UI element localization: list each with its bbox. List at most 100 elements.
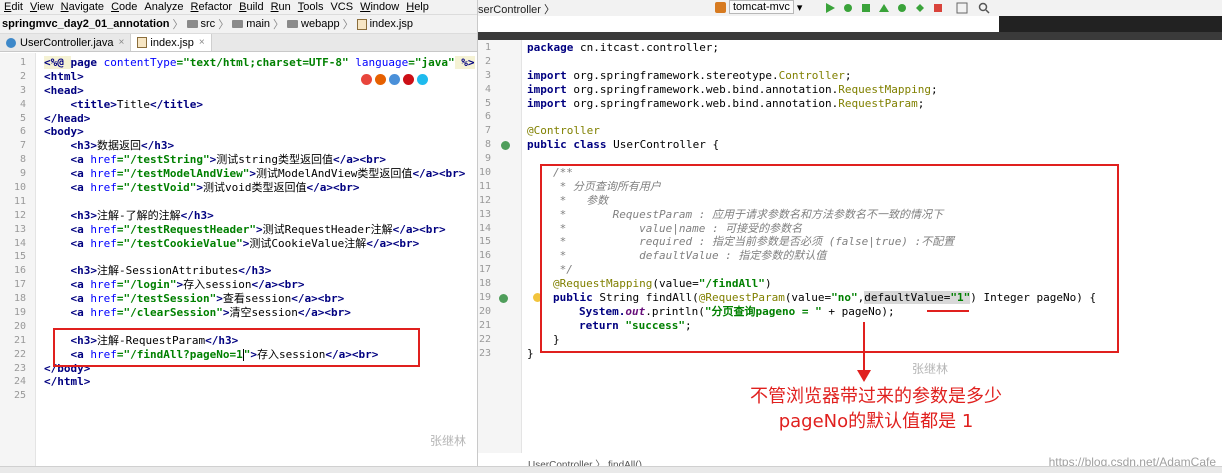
chrome-icon[interactable]	[361, 74, 372, 85]
token: <a	[70, 236, 91, 250]
menu-view[interactable]: View	[30, 0, 54, 14]
spring-mapping-icon[interactable]	[499, 294, 508, 303]
menu-help[interactable]: Help	[406, 0, 429, 14]
highlight-box-requestparam-link	[53, 328, 420, 367]
line-number: 7	[19, 140, 26, 152]
search-icon[interactable]	[978, 2, 990, 14]
deploy-icon[interactable]	[914, 2, 926, 14]
token: ="/testVoid"	[116, 181, 197, 195]
breadcrumb-separator: 〉	[342, 19, 354, 31]
line-number: 3	[19, 84, 26, 96]
menu-run[interactable]: Run	[271, 0, 291, 14]
token: ="/testRequestHeader"	[116, 222, 256, 236]
menu-tools[interactable]: Tools	[298, 0, 324, 14]
toolbar: serController 〉 tomcat-mvc ▾	[478, 0, 1222, 16]
jsp-editor[interactable]: 1 <%@ page contentType="text/html;charset…	[0, 53, 477, 473]
line-number: 9	[484, 153, 491, 165]
menu-window[interactable]: Window	[360, 0, 399, 14]
menu-code[interactable]: Code	[111, 0, 137, 14]
line-content: import org.springframework.web.bind.anno…	[527, 83, 938, 97]
token: UserController {	[606, 138, 720, 152]
menu-edit[interactable]: Edit	[4, 0, 23, 14]
tab-user-controller[interactable]: UserController.java ×	[0, 34, 132, 51]
line-number: 23	[478, 347, 491, 359]
token: </h3>	[141, 139, 175, 153]
code-line: 24 </html>	[0, 375, 477, 389]
code-line: 6	[478, 110, 1222, 124]
safari-icon[interactable]	[389, 74, 400, 85]
tomcat-icon	[715, 1, 726, 13]
menu-vcs[interactable]: VCS	[330, 0, 353, 14]
line-number: 21	[478, 319, 491, 331]
token: ="/testModelAndView"	[116, 167, 250, 181]
line-number: 6	[19, 126, 26, 138]
update-icon[interactable]	[896, 2, 908, 14]
line-content: }	[527, 346, 534, 360]
arrow-down-icon	[857, 370, 871, 382]
run-icon[interactable]	[824, 2, 836, 14]
watermark-text: 张继林	[912, 362, 949, 376]
line-number: 1	[19, 57, 26, 68]
opera-icon[interactable]	[403, 74, 414, 85]
line-number: 2	[19, 70, 26, 82]
breadcrumb-src[interactable]: src	[201, 18, 216, 30]
menu-build[interactable]: Build	[239, 0, 263, 14]
token: 注解-了解的注解	[97, 208, 181, 222]
menu-analyze[interactable]: Analyze	[144, 0, 183, 14]
token: 测试CookieValue注解	[249, 236, 367, 250]
token: <a	[70, 153, 91, 167]
editor-tab-bar: UserController.java × index.jsp ×	[0, 34, 477, 52]
breadcrumb-main[interactable]: main	[246, 18, 270, 30]
right-editor-window: serController 〉 tomcat-mvc ▾ 1 package cn…	[478, 0, 1222, 473]
token: </head>	[44, 111, 91, 125]
token: 测试RequestHeader注解	[262, 222, 393, 236]
token: 清空session	[229, 306, 298, 320]
menu-navigate[interactable]: Navigate	[61, 0, 104, 14]
line-number: 10	[13, 182, 26, 194]
line-number: 16	[13, 265, 26, 277]
token: <body>	[44, 125, 84, 139]
token: href	[90, 278, 117, 292]
token: </h3>	[180, 208, 214, 222]
code-line: 7 @Controller	[478, 124, 1222, 138]
code-line: 2	[478, 55, 1222, 69]
breadcrumb-webapp[interactable]: webapp	[301, 18, 340, 30]
structure-icon[interactable]	[956, 2, 968, 14]
breadcrumb-project[interactable]: springmvc_day2_01_annotation	[2, 18, 170, 30]
tab-index-jsp[interactable]: index.jsp ×	[131, 34, 212, 51]
token: </a>	[366, 236, 393, 250]
close-icon[interactable]: ×	[199, 37, 205, 48]
token: <a	[70, 167, 91, 181]
profile-icon[interactable]	[878, 2, 890, 14]
token: 测试string类型返回值	[216, 153, 333, 167]
menu-label: iew	[37, 1, 54, 13]
line-number: 24	[13, 376, 26, 388]
token: </h3>	[238, 264, 272, 278]
code-line: 5 </head>	[0, 112, 477, 126]
stop-icon[interactable]	[932, 2, 944, 14]
line-content: <a href="/testRequestHeader">测试RequestHe…	[44, 223, 446, 237]
run-config-selector[interactable]: tomcat-mvc ▾	[715, 0, 802, 14]
line-number: 8	[484, 139, 491, 151]
menu-label: dit	[11, 1, 23, 13]
close-icon[interactable]: ×	[119, 37, 125, 48]
breadcrumb-controller[interactable]: serController 〉	[478, 1, 555, 17]
debug-icon[interactable]	[842, 2, 854, 14]
token: </html>	[44, 375, 91, 389]
breadcrumb-separator: 〉	[172, 19, 184, 31]
menu-refactor[interactable]: Refactor	[191, 0, 233, 14]
breadcrumb-file[interactable]: index.jsp	[370, 18, 413, 30]
coverage-icon[interactable]	[860, 2, 872, 14]
code-line: 3 import org.springframework.stereotype.C…	[478, 69, 1222, 83]
line-number: 16	[478, 250, 491, 262]
code-line: 15	[0, 250, 477, 264]
spring-bean-icon[interactable]	[501, 141, 510, 150]
firefox-icon[interactable]	[375, 74, 386, 85]
line-number: 8	[19, 154, 26, 166]
browser-preview-icons	[361, 74, 428, 85]
code-line: 13 <a href="/testRequestHeader">测试Reques…	[0, 223, 477, 237]
ie-icon[interactable]	[417, 74, 428, 85]
breadcrumb-separator: 〉	[273, 19, 285, 31]
token: <head>	[44, 83, 84, 97]
line-content: <a href="/testSession">查看session</a><br>	[44, 292, 345, 306]
